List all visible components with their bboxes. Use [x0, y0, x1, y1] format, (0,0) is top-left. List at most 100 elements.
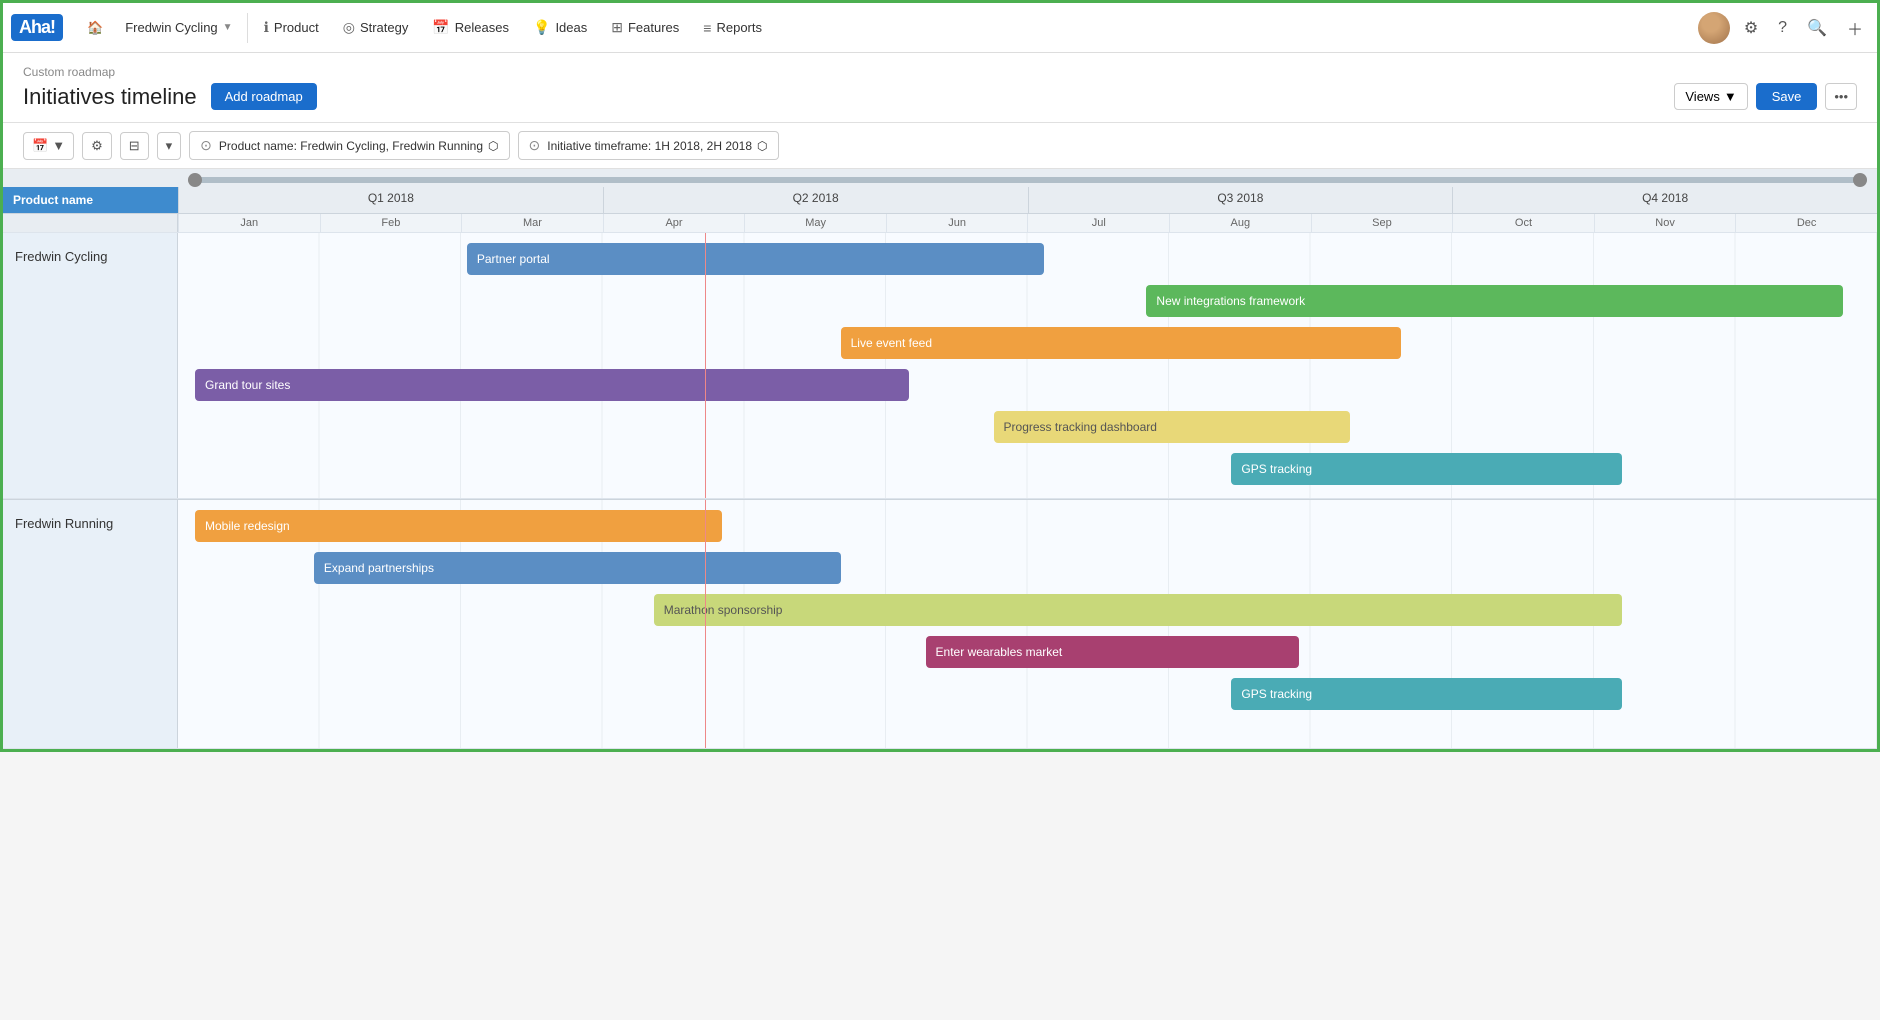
- toolbar: 📅 ▼ ⚙ ⊟ ▾ ⊙ Product name: Fredwin Cyclin…: [3, 123, 1877, 169]
- month-jan: Jan: [178, 214, 320, 232]
- nav-reports-label: Reports: [716, 20, 762, 35]
- calendar-icon: 📅: [32, 138, 48, 154]
- bar-grand-tour[interactable]: Grand tour sites: [195, 369, 909, 401]
- clear-product-filter-icon[interactable]: ⊙: [200, 137, 212, 154]
- features-icon: ⊞: [611, 19, 623, 36]
- bar-label: Expand partnerships: [324, 561, 434, 575]
- timeframe-filter-pill[interactable]: ⊙ Initiative timeframe: 1H 2018, 2H 2018…: [518, 131, 779, 160]
- timeframe-filter-label: Initiative timeframe: 1H 2018, 2H 2018: [547, 139, 752, 153]
- bar-label: Partner portal: [477, 252, 550, 266]
- gear-icon: ⚙: [91, 138, 103, 154]
- bar-expand-partnerships[interactable]: Expand partnerships: [314, 552, 841, 584]
- month-sep: Sep: [1311, 214, 1453, 232]
- gantt-section-running: Fredwin Running Mobile redesign Expand p…: [3, 499, 1877, 749]
- clear-timeframe-filter-icon[interactable]: ⊙: [529, 137, 541, 154]
- workspace-label: Fredwin Cycling: [125, 20, 217, 35]
- bar-progress-tracking[interactable]: Progress tracking dashboard: [994, 411, 1351, 443]
- nav-item-strategy[interactable]: ◎ Strategy: [331, 13, 421, 42]
- nav-workspace[interactable]: Fredwin Cycling ▼: [115, 16, 242, 39]
- section-label-running: Fredwin Running: [3, 500, 178, 748]
- page-actions: Views ▼ Save •••: [1674, 83, 1857, 110]
- bar-label: Grand tour sites: [205, 378, 290, 392]
- views-label: Views: [1685, 89, 1719, 104]
- bar-new-integrations[interactable]: New integrations framework: [1146, 285, 1843, 317]
- slider-track: [188, 177, 1867, 183]
- bar-label: GPS tracking: [1241, 462, 1312, 476]
- months-row: Jan Feb Mar Apr May Jun Jul Aug Sep Oct …: [3, 214, 1877, 233]
- quarters-row: Product name Q1 2018 Q2 2018 Q3 2018 Q4 …: [3, 187, 1877, 214]
- layout-button[interactable]: ⊟: [120, 132, 149, 160]
- slider-fill: [188, 177, 1867, 183]
- calendar-view-button[interactable]: 📅 ▼: [23, 132, 74, 160]
- page-header: Custom roadmap Initiatives timeline Add …: [3, 53, 1877, 123]
- reports-icon: ≡: [703, 20, 711, 36]
- settings-icon-btn[interactable]: ⚙: [1738, 14, 1764, 42]
- month-nov: Nov: [1594, 214, 1736, 232]
- timeline-container: Product name Q1 2018 Q2 2018 Q3 2018 Q4 …: [3, 169, 1877, 749]
- nav-item-releases[interactable]: 📅 Releases: [420, 13, 521, 42]
- top-navigation: Aha! 🏠 Fredwin Cycling ▼ ℹ Product ◎ Str…: [3, 3, 1877, 53]
- nav-features-label: Features: [628, 20, 679, 35]
- nav-item-product[interactable]: ℹ Product: [252, 13, 331, 42]
- month-jul: Jul: [1027, 214, 1169, 232]
- strategy-icon: ◎: [343, 19, 355, 36]
- month-feb: Feb: [320, 214, 462, 232]
- quarter-q2: Q2 2018: [603, 187, 1028, 213]
- nav-releases-label: Releases: [455, 20, 509, 35]
- bar-gps-tracking-running[interactable]: GPS tracking: [1231, 678, 1622, 710]
- month-apr: Apr: [603, 214, 745, 232]
- month-mar: Mar: [461, 214, 603, 232]
- bar-partner-portal[interactable]: Partner portal: [467, 243, 1045, 275]
- quarter-q3: Q3 2018: [1028, 187, 1453, 213]
- nav-ideas-label: Ideas: [555, 20, 587, 35]
- months-row-spacer: [3, 214, 178, 232]
- page-title-row: Initiatives timeline Add roadmap Views ▼…: [23, 83, 1857, 110]
- views-button[interactable]: Views ▼: [1674, 83, 1747, 110]
- nav-product-label: Product: [274, 20, 319, 35]
- filter-button[interactable]: ▾: [157, 132, 182, 160]
- bar-label: New integrations framework: [1156, 294, 1305, 308]
- bar-gps-tracking-cycling[interactable]: GPS tracking: [1231, 453, 1622, 485]
- bar-enter-wearables[interactable]: Enter wearables market: [926, 636, 1300, 668]
- add-roadmap-button[interactable]: Add roadmap: [211, 83, 317, 110]
- bar-label: Mobile redesign: [205, 519, 290, 533]
- ideas-icon: 💡: [533, 19, 550, 36]
- releases-icon: 📅: [432, 19, 449, 36]
- more-options-button[interactable]: •••: [1825, 83, 1857, 110]
- nav-item-ideas[interactable]: 💡 Ideas: [521, 13, 599, 42]
- bar-label: Progress tracking dashboard: [1004, 420, 1157, 434]
- aha-logo[interactable]: Aha!: [11, 14, 63, 41]
- nav-item-reports[interactable]: ≡ Reports: [691, 14, 774, 42]
- nav-right-controls: ⚙ ? 🔍 ＋: [1698, 12, 1869, 44]
- settings-button[interactable]: ⚙: [82, 132, 112, 160]
- save-button[interactable]: Save: [1756, 83, 1818, 110]
- gantt-bars-cycling: Partner portal New integrations framewor…: [178, 233, 1877, 498]
- add-icon-btn[interactable]: ＋: [1841, 12, 1869, 44]
- product-filter-pill[interactable]: ⊙ Product name: Fredwin Cycling, Fredwin…: [189, 131, 509, 160]
- gantt-bars-running: Mobile redesign Expand partnerships Mara…: [178, 500, 1877, 748]
- slider-thumb-right[interactable]: [1853, 173, 1867, 187]
- slider-thumb-left[interactable]: [188, 173, 202, 187]
- product-icon: ℹ: [264, 19, 269, 36]
- nav-item-features[interactable]: ⊞ Features: [599, 13, 691, 42]
- help-icon-btn[interactable]: ?: [1772, 15, 1793, 41]
- month-dec: Dec: [1735, 214, 1877, 232]
- timeframe-filter-caret: ⬡: [757, 139, 767, 153]
- avatar-image: [1698, 12, 1730, 44]
- bar-live-event-feed[interactable]: Live event feed: [841, 327, 1402, 359]
- bar-label: Marathon sponsorship: [664, 603, 783, 617]
- user-avatar[interactable]: [1698, 12, 1730, 44]
- bar-marathon-sponsorship[interactable]: Marathon sponsorship: [654, 594, 1622, 626]
- section-label-cycling: Fredwin Cycling: [3, 233, 178, 498]
- bar-mobile-redesign[interactable]: Mobile redesign: [195, 510, 722, 542]
- search-icon-btn[interactable]: 🔍: [1801, 14, 1833, 42]
- months-cells: Jan Feb Mar Apr May Jun Jul Aug Sep Oct …: [178, 214, 1877, 232]
- nav-items-container: ℹ Product ◎ Strategy 📅 Releases 💡 Ideas …: [252, 13, 1698, 42]
- timeline-slider[interactable]: [3, 169, 1877, 187]
- month-aug: Aug: [1169, 214, 1311, 232]
- nav-home[interactable]: 🏠: [75, 14, 115, 42]
- calendar-caret-icon: ▼: [52, 138, 65, 153]
- month-oct: Oct: [1452, 214, 1594, 232]
- today-line: [705, 233, 706, 498]
- today-line-2: [705, 500, 706, 748]
